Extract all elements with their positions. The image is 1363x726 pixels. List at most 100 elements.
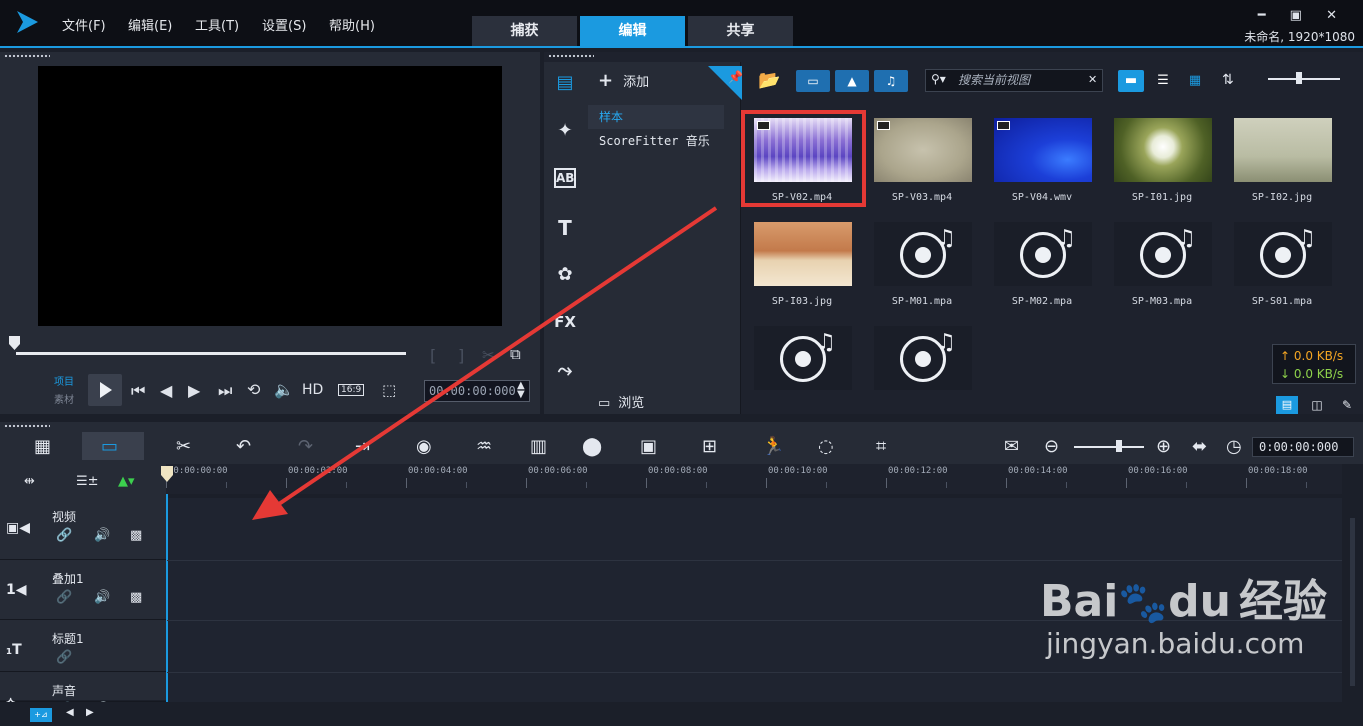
storyboard-view-icon[interactable]: ▦ bbox=[34, 436, 51, 457]
thumbnail-view-button[interactable]: ▬ bbox=[1118, 70, 1144, 92]
media-item[interactable]: ♫ SP-M02.mpa bbox=[982, 214, 1102, 318]
link-icon[interactable]: 🔗 bbox=[56, 590, 72, 605]
media-item[interactable]: SP-I01.jpg bbox=[1102, 110, 1222, 214]
media-icon[interactable]: ▤ bbox=[552, 72, 578, 98]
timeline-grip[interactable] bbox=[4, 424, 50, 428]
menu-edit[interactable]: 编辑(E) bbox=[128, 15, 172, 34]
motion-tracking-icon[interactable]: ⬤ bbox=[582, 436, 602, 457]
time-remap-icon[interactable]: 🏃 bbox=[762, 436, 784, 457]
undo-icon[interactable]: ↶ bbox=[236, 436, 251, 457]
audio-mixer-icon[interactable]: ♒ bbox=[476, 436, 492, 457]
mark-in-icon[interactable]: [ bbox=[430, 346, 436, 365]
link-icon[interactable]: 🔗 bbox=[56, 650, 72, 665]
multi-camera-icon[interactable]: ⊞ bbox=[702, 436, 717, 457]
fit-clip-icon[interactable]: ⇥ bbox=[355, 436, 370, 457]
track-manager-icon[interactable]: ⇹ bbox=[24, 474, 35, 489]
zoom-out-icon[interactable]: ⊖ bbox=[1044, 436, 1059, 457]
zoom-in-icon[interactable]: ⊕ bbox=[1156, 436, 1171, 457]
folder-scorefitter[interactable]: ScoreFitter 音乐 bbox=[588, 129, 724, 153]
graphics-icon[interactable]: ✿ bbox=[552, 264, 578, 290]
browse-button[interactable]: ▭ 浏览 bbox=[598, 392, 644, 411]
tools-icon[interactable]: ✂ bbox=[176, 436, 191, 457]
menu-settings[interactable]: 设置(S) bbox=[262, 15, 306, 34]
library-options-button[interactable]: ✎ bbox=[1336, 396, 1358, 414]
menu-file[interactable]: 文件(F) bbox=[62, 15, 106, 34]
show-audio-button[interactable]: ♫ bbox=[874, 70, 908, 92]
go-to-start-icon[interactable]: ⏮ bbox=[131, 381, 145, 401]
folder-samples[interactable]: 样本 bbox=[588, 105, 724, 129]
play-button[interactable] bbox=[88, 374, 122, 406]
mosaic-icon[interactable]: ▩ bbox=[130, 590, 142, 605]
track-row[interactable] bbox=[0, 672, 166, 702]
mosaic-icon[interactable]: ▩ bbox=[130, 528, 142, 543]
scrubber-handle[interactable] bbox=[9, 336, 20, 350]
mode-clip[interactable]: 素材 bbox=[54, 391, 74, 406]
mark-out-icon[interactable]: ] bbox=[458, 346, 464, 365]
timeline-scrollbar[interactable] bbox=[1342, 498, 1363, 702]
scrub-bar[interactable] bbox=[16, 352, 406, 355]
path-icon[interactable]: ⤳ bbox=[552, 360, 578, 386]
library-grip[interactable] bbox=[548, 54, 594, 58]
timeline-timecode[interactable]: 0:00:00:000 bbox=[1252, 437, 1354, 457]
link-icon[interactable]: 🔗 bbox=[56, 528, 72, 543]
media-item[interactable]: SP-I03.jpg bbox=[742, 214, 862, 318]
volume-icon[interactable]: 🔊 bbox=[94, 590, 110, 605]
window-controls[interactable]: ━ ▣ ✕ bbox=[1258, 8, 1347, 23]
media-item[interactable]: SP-V03.mp4 bbox=[862, 110, 982, 214]
add-folder-button[interactable]: + 添加 bbox=[598, 70, 649, 91]
import-media-icon[interactable]: 📂 bbox=[758, 70, 780, 91]
zoom-knob[interactable] bbox=[1116, 440, 1122, 452]
volume-icon[interactable]: 🔈 bbox=[274, 380, 294, 399]
media-item[interactable]: ♫ SP-M03.mpa bbox=[1102, 214, 1222, 318]
grid-view-button[interactable]: ▦ bbox=[1182, 70, 1208, 92]
playhead-marker[interactable] bbox=[161, 466, 173, 482]
record-capture-icon[interactable]: ◉ bbox=[416, 436, 432, 457]
pan-zoom-icon[interactable]: ⌗ bbox=[876, 436, 886, 457]
thumb-size-knob[interactable] bbox=[1296, 72, 1302, 84]
media-item[interactable]: ♫ SP-S01.mpa bbox=[1222, 214, 1342, 318]
pin-icon[interactable]: 📌 bbox=[708, 66, 742, 100]
clock-icon[interactable]: ◷ bbox=[1226, 436, 1242, 457]
redo-icon[interactable]: ↷ bbox=[298, 436, 313, 457]
fx-icon[interactable]: FX bbox=[552, 313, 578, 339]
menu-help[interactable]: 帮助(H) bbox=[329, 15, 375, 34]
project-track-button[interactable]: +⊿ bbox=[30, 708, 52, 722]
ripple-edit-icon[interactable]: ▲▾ bbox=[118, 474, 135, 489]
crop-icon[interactable]: ⬚ bbox=[382, 381, 396, 399]
split-clip-icon[interactable]: ✂ bbox=[482, 346, 495, 364]
show-videos-button[interactable]: ▭ bbox=[796, 70, 830, 92]
clear-search-icon[interactable]: ✕ bbox=[1088, 73, 1097, 86]
repeat-icon[interactable]: ⟲ bbox=[247, 380, 260, 399]
volume-icon[interactable]: 🔊 bbox=[94, 528, 110, 543]
scroll-right-icon[interactable]: ▶ bbox=[86, 707, 94, 718]
tab-capture[interactable]: 捕获 bbox=[472, 16, 577, 46]
thumb-size-slider[interactable] bbox=[1268, 78, 1340, 80]
search-input[interactable]: 搜索当前视图 bbox=[925, 69, 1103, 92]
media-item[interactable]: SP-V04.wmv bbox=[982, 110, 1102, 214]
auto-music-icon[interactable]: ▥ bbox=[530, 436, 547, 457]
media-item[interactable]: SP-I02.jpg bbox=[1222, 110, 1342, 214]
timecode-stepper[interactable]: ▲ ▼ bbox=[517, 381, 525, 400]
player-timecode[interactable]: 00:00:00:000 bbox=[424, 380, 530, 402]
hd-preview-button[interactable]: HD bbox=[302, 382, 323, 398]
instant-project-icon[interactable]: ✦ bbox=[552, 120, 578, 146]
mode-project[interactable]: 项目 bbox=[54, 373, 74, 388]
library-view-b-button[interactable]: ◫ bbox=[1306, 396, 1328, 414]
subtitle-editor-icon[interactable]: ▣ bbox=[640, 436, 657, 457]
show-photos-button[interactable]: ▲ bbox=[835, 70, 869, 92]
add-track-icon[interactable]: ☰± bbox=[76, 474, 99, 489]
fit-project-icon[interactable]: ⬌ bbox=[1192, 436, 1207, 457]
smart-proxy-icon[interactable]: ✉ bbox=[1004, 436, 1019, 457]
panel-grip[interactable] bbox=[4, 54, 50, 58]
transition-icon[interactable]: AB bbox=[554, 168, 576, 188]
scroll-left-icon[interactable]: ◀ bbox=[66, 707, 74, 718]
media-item[interactable]: ♫ bbox=[862, 318, 982, 422]
title-icon[interactable]: T bbox=[552, 216, 578, 242]
media-item[interactable]: ♫ SP-M01.mpa bbox=[862, 214, 982, 318]
zoom-slider[interactable] bbox=[1074, 446, 1144, 448]
aspect-ratio-button[interactable]: 16:9 bbox=[338, 384, 365, 396]
list-view-button[interactable]: ☰ bbox=[1150, 70, 1176, 92]
tab-edit[interactable]: 编辑 bbox=[580, 16, 685, 46]
previous-frame-icon[interactable]: ◀︎ bbox=[160, 381, 172, 400]
sort-icon[interactable]: ⇅ bbox=[1222, 72, 1234, 88]
